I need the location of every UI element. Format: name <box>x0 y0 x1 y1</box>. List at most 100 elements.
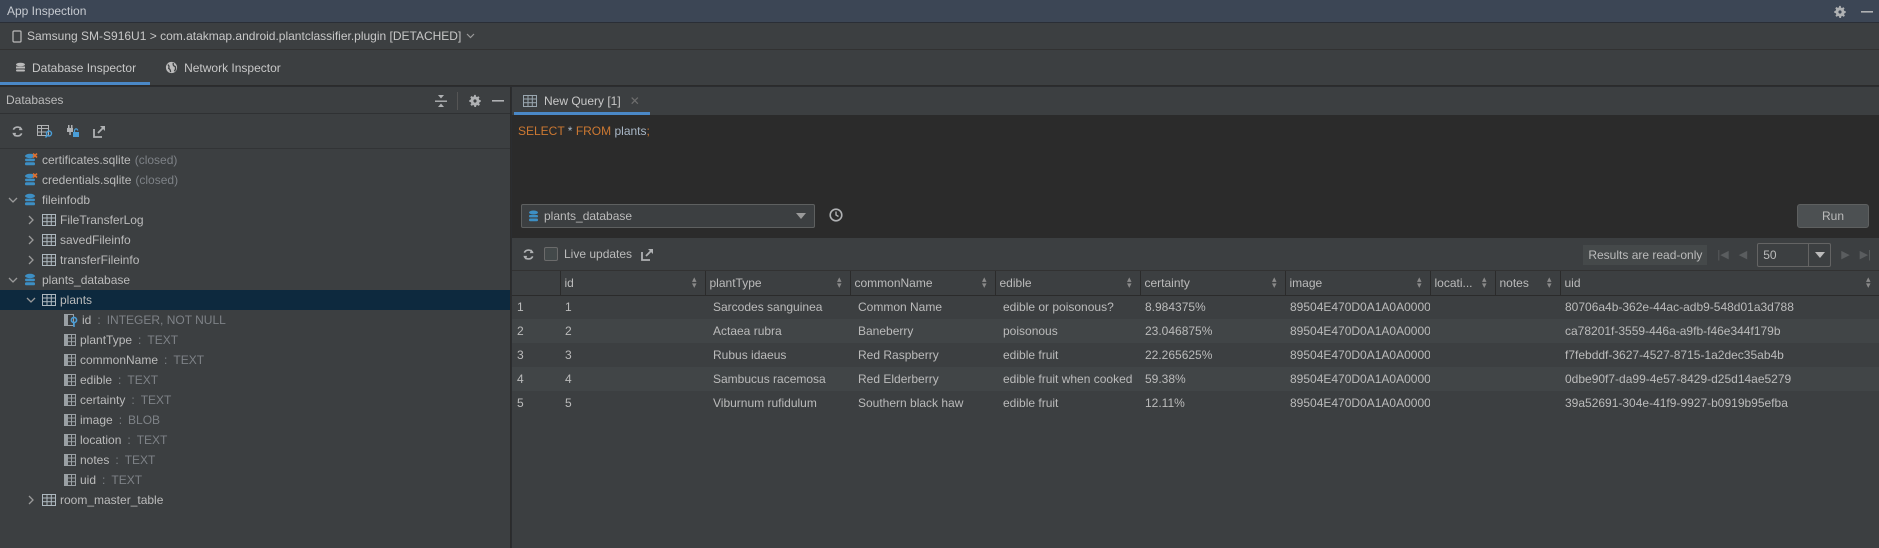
sort-icon[interactable]: ▴ ▾ <box>692 275 697 290</box>
tree-item[interactable]: edible: TEXT <box>0 370 510 390</box>
page-size-select[interactable]: 50 <box>1757 242 1832 267</box>
export-icon[interactable] <box>93 125 106 138</box>
table-cell[interactable]: Red Elderberry <box>850 367 995 391</box>
tree-item[interactable]: uid: TEXT <box>0 470 510 490</box>
column-header[interactable]: id ▴ ▾ <box>560 271 706 296</box>
tab-database-inspector[interactable]: Database Inspector <box>0 50 151 85</box>
refresh-icon[interactable] <box>522 248 535 261</box>
tree-item[interactable]: savedFileinfo <box>0 230 510 250</box>
refresh-icon[interactable] <box>11 125 24 138</box>
table-cell[interactable]: 80706a4b-362e-44ac-adb9-548d01a3d788 <box>1560 295 1879 319</box>
column-header[interactable]: locati... ▴ ▾ <box>1430 271 1496 296</box>
tree-item[interactable]: notes: TEXT <box>0 450 510 470</box>
column-header[interactable]: notes ▴ ▾ <box>1495 271 1561 296</box>
table-cell[interactable]: 39a52691-304e-41f9-9927-b0919b95efba <box>1560 391 1879 415</box>
table-row[interactable]: 4 4 Sambucus racemosa Red Elderberry edible … <box>512 367 1879 391</box>
sql-editor[interactable]: SELECT * FROM plants; plants_database Ru… <box>512 116 1879 238</box>
table-cell[interactable]: 89504E470D0A1A0A000000 <box>1285 391 1430 415</box>
column-header[interactable]: commonName ▴ ▾ <box>850 271 996 296</box>
table-cell[interactable]: edible or poisonous? <box>995 295 1140 319</box>
chevron-down-icon[interactable] <box>6 277 20 284</box>
tree-item[interactable]: commonName: TEXT <box>0 350 510 370</box>
previous-page-icon[interactable]: ◀ <box>1739 248 1747 261</box>
table-cell[interactable]: Baneberry <box>850 319 995 343</box>
run-button[interactable]: Run <box>1797 204 1869 228</box>
table-cell[interactable]: edible fruit <box>995 391 1140 415</box>
collapse-all-icon[interactable] <box>435 94 447 107</box>
tree-item[interactable]: plants <box>0 290 510 310</box>
table-cell[interactable]: 59.38% <box>1140 367 1285 391</box>
table-cell[interactable]: 1 <box>560 295 705 319</box>
table-cell[interactable]: Common Name <box>850 295 995 319</box>
tree-item[interactable]: fileinfodb <box>0 190 510 210</box>
table-cell[interactable] <box>1495 343 1560 367</box>
table-cell[interactable]: 4 <box>560 367 705 391</box>
table-cell[interactable]: 22.265625% <box>1140 343 1285 367</box>
table-row[interactable]: 5 5 Viburnum rufidulum Southern black haw ed… <box>512 391 1879 415</box>
minimize-icon[interactable] <box>1861 6 1873 18</box>
chevron-right-icon[interactable] <box>24 215 38 225</box>
database-select[interactable]: plants_database <box>521 204 815 228</box>
table-row[interactable]: 3 3 Rubus idaeus Red Raspberry edible fruit 2… <box>512 343 1879 367</box>
table-cell[interactable]: 5 <box>560 391 705 415</box>
table-cell[interactable]: Rubus idaeus <box>705 343 850 367</box>
tree-item[interactable]: credentials.sqlite (closed) <box>0 170 510 190</box>
table-cell[interactable] <box>1430 319 1495 343</box>
device-selector[interactable]: Samsung SM-S916U1 > com.atakmap.android.… <box>0 23 1879 50</box>
sort-icon[interactable]: ▴ ▾ <box>1547 275 1552 290</box>
table-cell[interactable]: Actaea rubra <box>705 319 850 343</box>
row-number-header[interactable] <box>512 271 561 296</box>
table-cell[interactable]: f7febddf-3627-4527-8715-1a2dec35ab4b <box>1560 343 1879 367</box>
table-cell[interactable] <box>1430 367 1495 391</box>
table-cell[interactable]: 2 <box>560 319 705 343</box>
table-cell[interactable]: poisonous <box>995 319 1140 343</box>
tree-item[interactable]: certainty: TEXT <box>0 390 510 410</box>
table-cell[interactable]: edible fruit <box>995 343 1140 367</box>
column-header[interactable]: plantType ▴ ▾ <box>705 271 851 296</box>
sort-icon[interactable]: ▴ ▾ <box>1866 275 1871 290</box>
table-cell[interactable]: 8.984375% <box>1140 295 1285 319</box>
tree-item[interactable]: location: TEXT <box>0 430 510 450</box>
live-updates-checkbox[interactable] <box>544 247 558 261</box>
chevron-down-icon[interactable] <box>6 197 20 204</box>
column-header[interactable]: edible ▴ ▾ <box>995 271 1141 296</box>
sql-query-text[interactable]: SELECT * FROM plants; <box>518 124 650 138</box>
table-cell[interactable] <box>1495 295 1560 319</box>
tree-item[interactable]: room_master_table <box>0 490 510 510</box>
table-cell[interactable] <box>1495 391 1560 415</box>
table-cell[interactable]: 89504E470D0A1A0A000000 <box>1285 367 1430 391</box>
table-cell[interactable] <box>1430 391 1495 415</box>
tree-item[interactable]: plants_database <box>0 270 510 290</box>
table-cell[interactable]: ca78201f-3559-446a-a9fb-f46e344f179b <box>1560 319 1879 343</box>
tree-item[interactable]: transferFileinfo <box>0 250 510 270</box>
gear-icon[interactable] <box>1833 5 1847 19</box>
sort-icon[interactable]: ▴ ▾ <box>1272 275 1277 290</box>
sort-icon[interactable]: ▴ ▾ <box>1127 275 1132 290</box>
hide-panel-icon[interactable] <box>492 95 504 107</box>
first-page-icon[interactable]: |◀ <box>1717 248 1728 261</box>
tab-new-query[interactable]: New Query [1] ✕ <box>512 87 650 115</box>
dropdown-caret-icon[interactable] <box>1808 243 1830 266</box>
table-row[interactable]: 1 1 Sarcodes sanguinea Common Name edible or… <box>512 295 1879 319</box>
table-cell[interactable]: Red Raspberry <box>850 343 995 367</box>
export-icon[interactable] <box>641 248 654 261</box>
tree-item[interactable]: id: INTEGER, NOT NULL <box>0 310 510 330</box>
tab-network-inspector[interactable]: Network Inspector <box>150 50 295 85</box>
gear-icon[interactable] <box>468 94 482 108</box>
column-header[interactable]: uid ▴ ▾ <box>1560 271 1879 296</box>
table-cell[interactable]: Sambucus racemosa <box>705 367 850 391</box>
column-header[interactable]: image ▴ ▾ <box>1285 271 1431 296</box>
sort-icon[interactable]: ▴ ▾ <box>1482 275 1487 290</box>
table-cell[interactable]: edible fruit when cooked <box>995 367 1140 391</box>
table-cell[interactable]: 89504E470D0A1A0A000000 <box>1285 343 1430 367</box>
tree-item[interactable]: image: BLOB <box>0 410 510 430</box>
chevron-right-icon[interactable] <box>24 255 38 265</box>
chevron-right-icon[interactable] <box>24 495 38 505</box>
sort-icon[interactable]: ▴ ▾ <box>837 275 842 290</box>
table-cell[interactable] <box>1430 343 1495 367</box>
next-page-icon[interactable]: ▶ <box>1841 248 1849 261</box>
keep-connections-open-icon[interactable] <box>66 124 80 138</box>
sort-icon[interactable]: ▴ ▾ <box>1417 275 1422 290</box>
table-cell[interactable]: 89504E470D0A1A0A000000 <box>1285 295 1430 319</box>
close-icon[interactable]: ✕ <box>630 94 640 108</box>
